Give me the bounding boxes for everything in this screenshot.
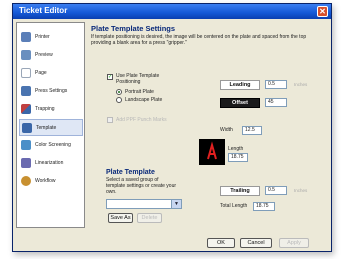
page-title: Plate Template Settings [91,24,176,33]
sidebar-item-preview[interactable]: Preview [19,47,83,64]
apply-button[interactable]: Apply [279,238,309,248]
plate-template-heading: Plate Template [106,169,155,176]
sidebar-item-label: Color Screening [35,142,71,148]
portrait-plate-radio[interactable] [116,89,122,95]
sidebar-item-page[interactable]: Page [19,65,83,82]
close-button[interactable]: ✕ [317,6,328,17]
width-label: Width [220,127,233,133]
page-icon [21,68,31,78]
sidebar-item-label: Trapping [35,106,55,112]
landscape-plate-label: Landscape Plate [125,97,163,103]
sidebar-item-linearization[interactable]: Linearization [19,155,83,172]
offset-input[interactable]: 45 [265,98,287,107]
sidebar-item-workflow[interactable]: Workflow [19,173,83,190]
window-title: Ticket Editor [19,6,68,15]
leading-label: Leading [220,80,260,90]
landscape-plate-radio[interactable] [116,97,122,103]
width-input[interactable]: 12.5 [242,126,262,135]
trailing-input[interactable]: 0.5 [265,186,287,195]
sidebar-item-printer[interactable]: Printer [19,29,83,46]
press-settings-icon [21,86,31,96]
trailing-label: Trailing [220,186,260,196]
close-icon: ✕ [319,7,326,16]
ticket-editor-window: Ticket Editor ✕ Printer Preview Page Pre… [12,3,332,252]
template-icon [22,123,32,133]
template-settings-panel: Plate Template Settings If template posi… [88,22,328,228]
sidebar-item-label: Preview [35,52,53,58]
length-input[interactable]: 18.75 [228,153,248,162]
printer-icon [21,32,31,42]
workflow-icon [21,176,31,186]
save-as-button[interactable]: Save As [108,213,133,223]
sidebar: Printer Preview Page Press Settings Trap… [16,22,85,228]
chevron-down-icon[interactable]: ▼ [171,200,181,208]
sidebar-item-color-screening[interactable]: Color Screening [19,137,83,154]
add-ppf-punch-marks-checkbox[interactable] [107,117,113,123]
color-screening-icon [21,140,31,150]
total-length-label: Total Length [220,203,248,209]
trailing-unit: Inches [294,188,308,193]
use-template-checkbox[interactable]: ✓ [107,74,113,80]
delete-button[interactable]: Delete [137,213,162,223]
leading-unit: Inches [294,82,308,87]
sidebar-item-label: Template [36,125,57,131]
sidebar-item-press-settings[interactable]: Press Settings [19,83,83,100]
sidebar-item-label: Workflow [35,178,56,184]
plate-template-description: Select a saved group of template setting… [106,177,177,195]
sidebar-item-label: Press Settings [35,88,68,94]
use-template-label: Use Plate Template Positioning [116,73,160,85]
settings-description: If template positioning is desired, the … [91,34,307,46]
offset-label: Offset [220,98,260,108]
preview-icon [21,50,31,60]
portrait-plate-label: Portrait Plate [125,89,154,95]
leading-input[interactable]: 0.5 [265,80,287,89]
plate-template-select[interactable]: ▼ [106,199,182,209]
cancel-button[interactable]: Cancel [240,238,272,248]
plate-preview-graphic [207,141,217,160]
title-bar[interactable]: Ticket Editor ✕ [13,4,331,19]
trapping-icon [21,104,31,114]
sidebar-item-label: Linearization [35,160,64,166]
plate-preview [199,139,225,165]
ok-button[interactable]: OK [207,238,235,248]
linearization-icon [21,158,31,168]
sidebar-item-template[interactable]: Template [19,119,83,136]
total-length-input[interactable]: 18.75 [253,202,275,211]
add-ppf-punch-marks-label: Add PPF Punch Marks [116,117,167,123]
length-label: Length [228,146,244,152]
sidebar-item-label: Printer [35,34,50,40]
sidebar-item-trapping[interactable]: Trapping [19,101,83,118]
sidebar-item-label: Page [35,70,47,76]
